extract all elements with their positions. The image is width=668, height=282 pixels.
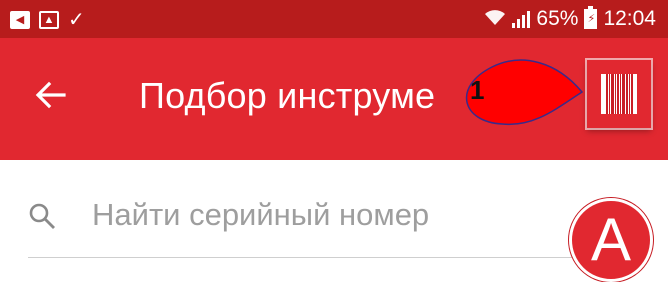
signal-icon [512, 10, 531, 28]
page-title: Подбор инструме [139, 75, 436, 116]
status-indicators: 65% ⚡ 12:04 [484, 6, 656, 31]
wifi-icon [484, 8, 506, 31]
search-icon [29, 203, 55, 229]
navigation-icon: ◀ [10, 11, 30, 29]
search-bar [0, 160, 668, 258]
clock: 12:04 [603, 7, 656, 30]
notification-icons: ◀ ▲ ✓ [10, 9, 85, 31]
barcode-scan-button[interactable] [587, 60, 651, 128]
annotation-number: 1 [470, 75, 485, 105]
status-bar: ◀ ▲ ✓ 65% ⚡ 12:04 [0, 0, 668, 38]
check-icon: ✓ [68, 9, 85, 31]
image-icon: ▲ [39, 11, 59, 29]
annotation-callout [465, 59, 584, 126]
battery-charging-icon: ⚡ [584, 6, 598, 29]
barcode-icon [601, 74, 637, 114]
annotation-badge: A [569, 198, 653, 282]
battery-percent: 65% [536, 7, 579, 30]
search-input[interactable] [92, 192, 562, 238]
arrow-left-icon[interactable] [34, 78, 68, 112]
